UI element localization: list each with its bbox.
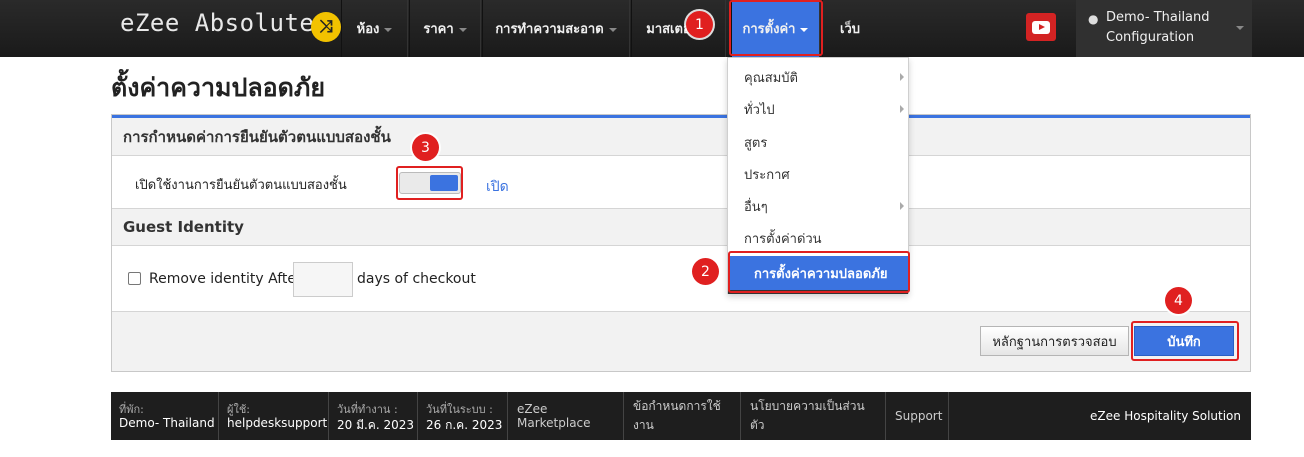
youtube-icon[interactable] [1026,13,1056,41]
nav-housekeeping-label: การทำความสะอาด [495,22,604,37]
dropdown-item-others[interactable]: อื่นๆ [728,190,908,222]
nav-rates[interactable]: ราคา [409,0,481,57]
guest-identity-section-title: Guest Identity [112,208,1250,246]
footer-link-terms[interactable]: ข้อกำหนดการใช้งาน [624,392,741,440]
footer-sysdate-value: 26 ก.ค. 2023 [426,418,503,432]
footer-user-value: helpdesksupport [227,416,328,430]
dropdown-item-label: สูตร [744,135,768,151]
chevron-down-icon [1236,26,1244,30]
highlight-security-item [728,251,910,293]
chevron-right-icon [900,202,904,210]
nav-web-label: เว็บ [840,22,860,37]
highlight-settings-menu [729,0,823,56]
footer-brand: eZee Hospitality Solution [1090,409,1241,423]
page-title: ตั้งค่าความปลอดภัย [111,73,326,102]
user-icon: ● [1088,12,1099,26]
chevron-down-icon [384,27,393,32]
footer-link-marketplace[interactable]: eZee Marketplace [508,392,624,440]
dropdown-item-features[interactable]: คุณสมบัติ [728,61,908,93]
chevron-down-icon [458,27,467,32]
footer-bar: ที่พัก: Demo- Thailand ผู้ใช้: helpdesks… [111,392,1251,440]
shuffle-icon[interactable]: ⤨ [311,12,341,42]
user-name: Demo- Thailand [1106,10,1210,25]
two-factor-enable-label: เปิดใช้งานการยืนยันตัวตนแบบสองชั้น [135,178,347,193]
nav-rooms-label: ห้อง [356,22,380,37]
dropdown-item-label: อื่นๆ [744,199,768,215]
footer-sysdate: วันที่ในระบบ : 26 ก.ค. 2023 [418,392,508,440]
marker-4: 4 [1165,287,1192,314]
dropdown-item-label: การตั้งค่าด่วน [744,231,822,247]
highlight-toggle [396,166,463,200]
footer-link-privacy[interactable]: นโยบายความเป็นส่วนตัว [741,392,886,440]
chevron-down-icon [608,27,617,32]
two-factor-state: เปิด [486,179,509,195]
days-suffix-label: days of checkout [357,271,476,287]
dropdown-item-quick-setup[interactable]: การตั้งค่าด่วน [728,222,908,254]
dropdown-item-label: คุณสมบัติ [744,70,798,86]
dropdown-item-label: ทั่วไป [744,102,775,118]
nav-housekeeping[interactable]: การทำความสะอาด [482,0,630,57]
marker-2: 2 [692,258,719,285]
dropdown-item-general[interactable]: ทั่วไป [728,93,908,125]
nav-web[interactable]: เว็บ [822,0,877,57]
dropdown-item-label: ประกาศ [744,167,790,183]
footer-link-support[interactable]: Support [886,392,949,440]
footer-workday: วันที่ทำงาน : 20 มี.ค. 2023 [329,392,418,440]
panel-actions: หลักฐานการตรวจสอบ บันทึก [112,311,1250,371]
footer-user: ผู้ใช้: helpdesksupport [219,392,329,440]
footer-hotel: ที่พัก: Demo- Thailand [111,392,219,440]
remove-identity-label: Remove identity After [149,271,302,287]
remove-identity-checkbox[interactable] [128,272,141,285]
chevron-right-icon [900,105,904,113]
footer-hotel-value: Demo- Thailand [119,416,215,430]
days-input[interactable] [293,262,353,297]
footer-workday-value: 20 มี.ค. 2023 [337,418,415,432]
marker-3: 3 [412,134,439,161]
nav-rooms[interactable]: ห้อง [341,0,408,57]
brand-logo[interactable]: eZee Absolute [120,9,314,37]
user-menu[interactable]: ● Demo- Thailand Configuration [1076,0,1252,57]
user-subtitle: Configuration [1106,30,1195,45]
dropdown-item-notice[interactable]: ประกาศ [728,158,908,190]
highlight-save-button [1131,321,1239,361]
audit-trail-button[interactable]: หลักฐานการตรวจสอบ [980,326,1129,356]
dropdown-item-formula[interactable]: สูตร [728,126,908,158]
chevron-right-icon [900,73,904,81]
marker-1: 1 [686,11,713,38]
top-navbar: eZee Absolute ⤨ ห้อง ราคา การทำความสะอาด… [0,0,1304,57]
two-factor-section-title: การกำหนดค่าการยืนยันตัวตนแบบสองชั้น [112,118,1250,156]
settings-panel: การกำหนดค่าการยืนยันตัวตนแบบสองชั้น เปิด… [111,114,1251,372]
nav-rates-label: ราคา [423,22,454,37]
